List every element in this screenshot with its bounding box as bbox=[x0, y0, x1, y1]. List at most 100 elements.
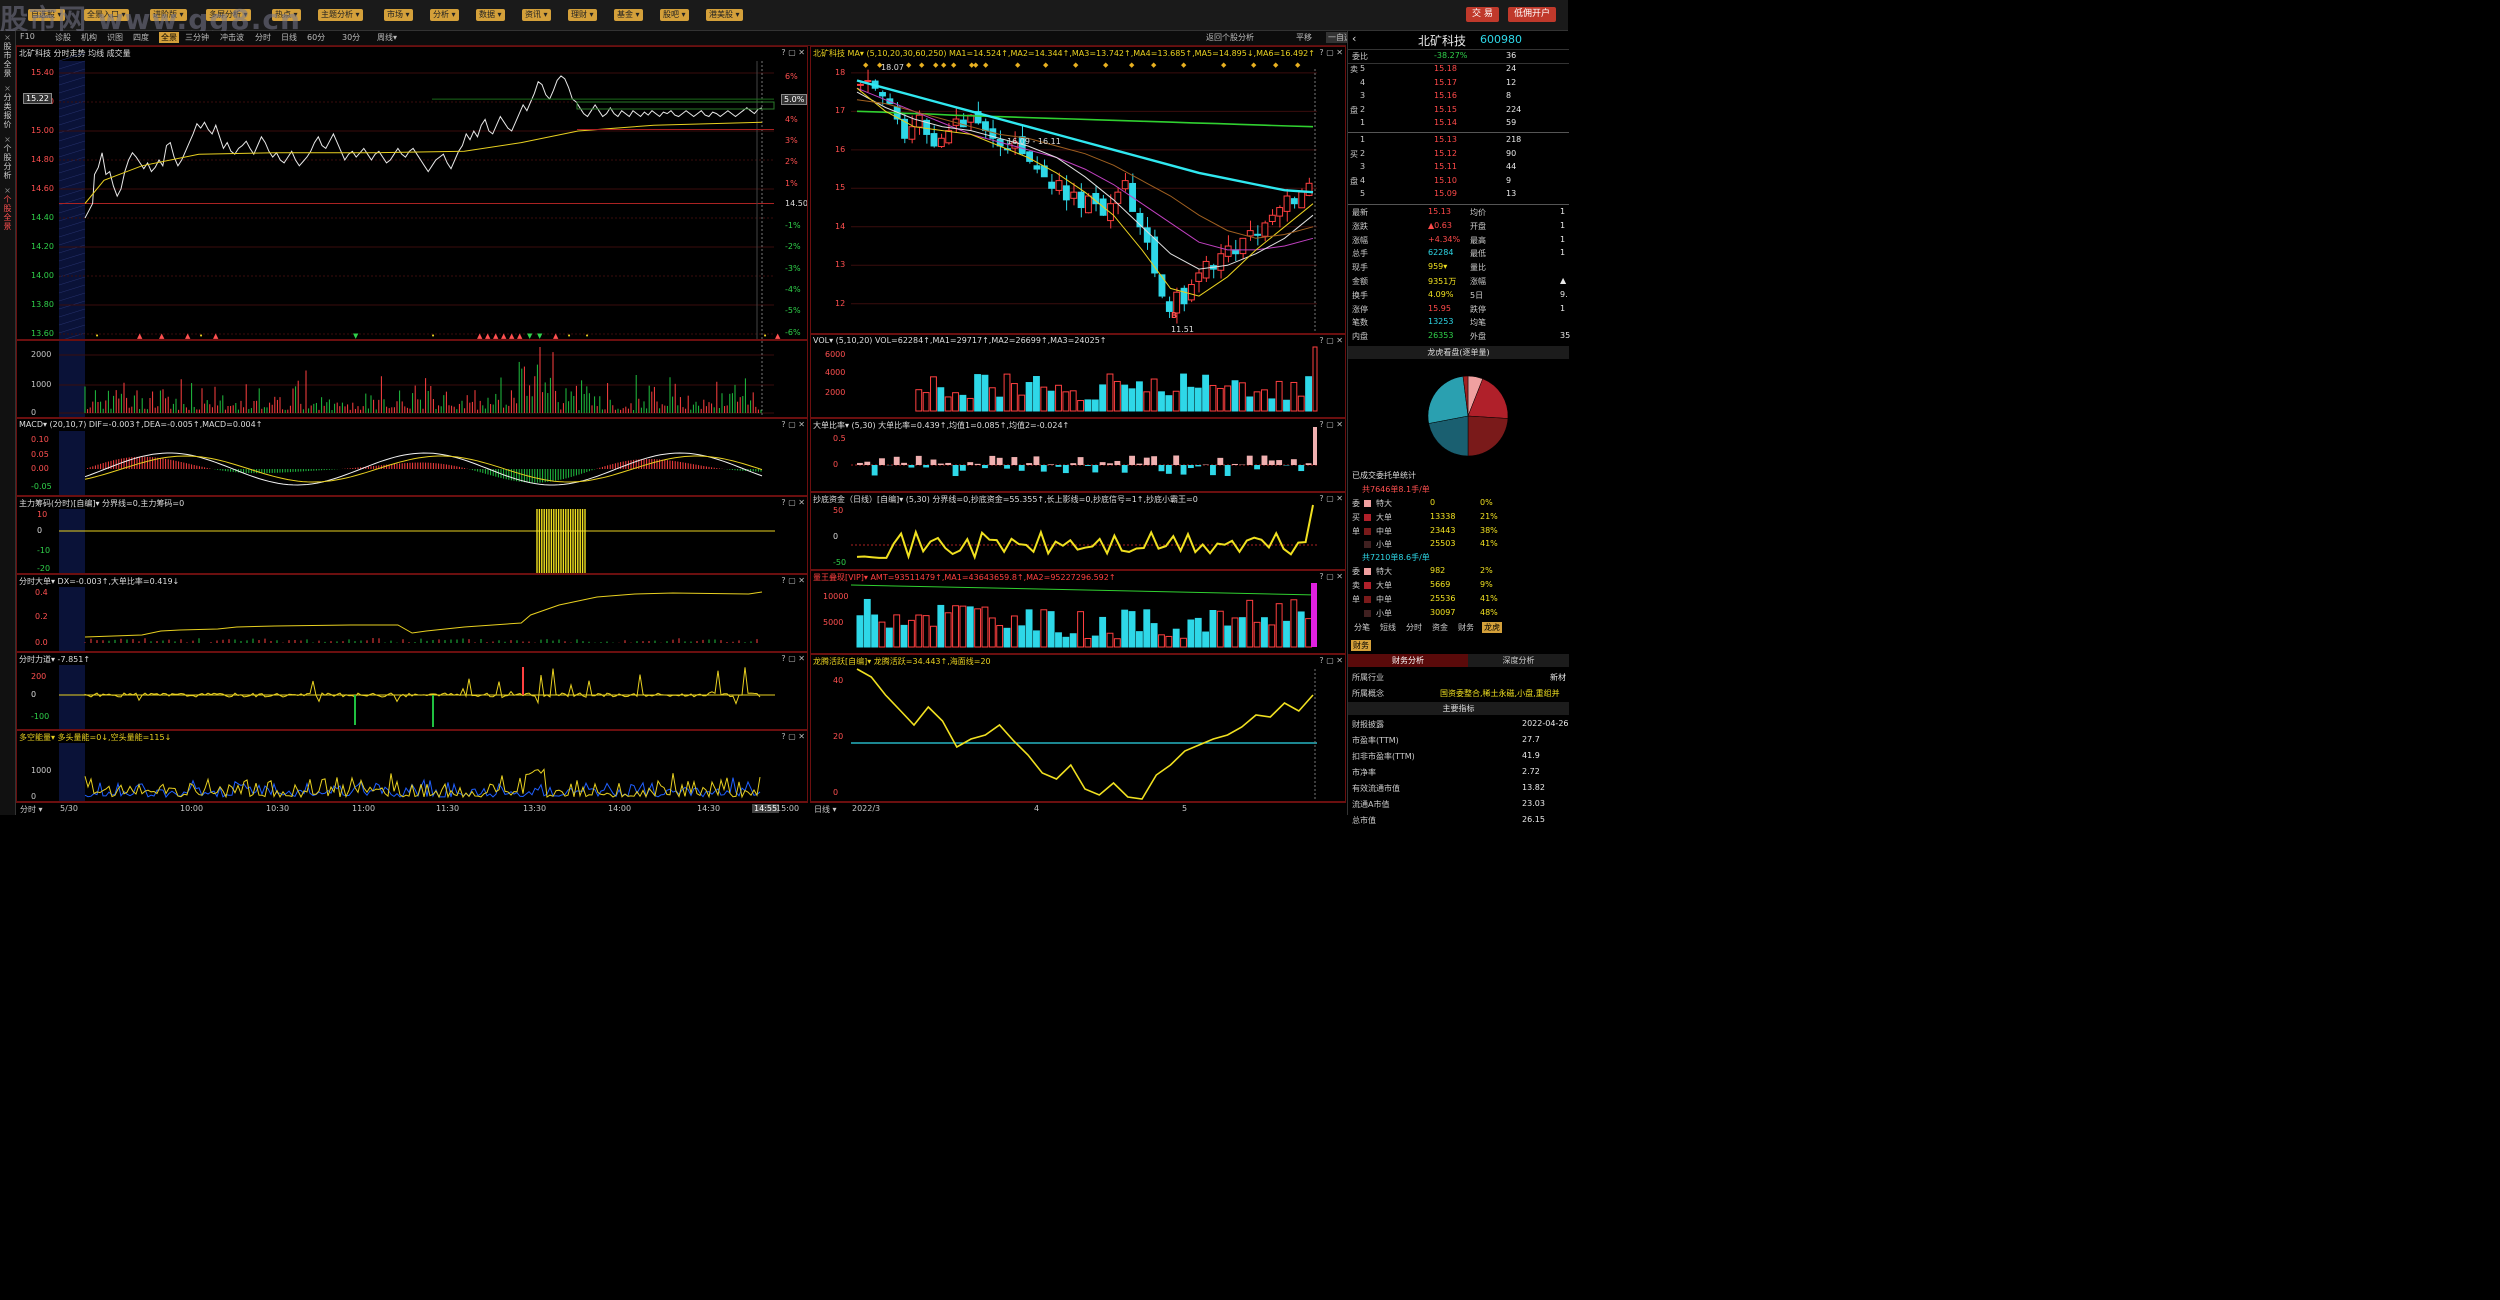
main-chip-panel: 主力筹码(分时)[自编]▾ 分界线=0,主力筹码=0? ▢ ✕ 10 0 -10 -20 bbox=[16, 496, 808, 574]
candle bbox=[1165, 301, 1173, 312]
function-tab-1[interactable]: 诊股 bbox=[55, 32, 71, 43]
signal-mark: ▲ bbox=[485, 332, 491, 340]
low-commission-open-button[interactable]: 低佣开户 bbox=[1508, 7, 1557, 22]
toolbar-button-9[interactable]: 资讯 ▾ bbox=[522, 9, 551, 21]
entrust-summary: 共7210单8.6手/单 bbox=[1362, 553, 1430, 563]
stock-code: 600980 bbox=[1480, 33, 1522, 46]
vol-axis-label: 6000 bbox=[825, 350, 846, 359]
candle bbox=[1077, 191, 1085, 209]
toolbar-button-10[interactable]: 理财 ▾ bbox=[568, 9, 597, 21]
candle bbox=[1298, 191, 1306, 209]
right-tab-5[interactable]: 龙虎 bbox=[1482, 622, 1502, 634]
trade-button[interactable]: 交 易 bbox=[1466, 7, 1499, 22]
kline-period-selector[interactable]: 日线 ▾ bbox=[814, 804, 837, 815]
date-axis-label: 5 bbox=[1182, 804, 1188, 813]
function-tab-9[interactable]: 日线 bbox=[281, 32, 297, 43]
signal-mark: ▲ bbox=[517, 332, 523, 340]
left-strip-close-icon[interactable]: × bbox=[2, 84, 13, 93]
candle bbox=[982, 121, 989, 132]
function-tab-10[interactable]: 60分 bbox=[307, 32, 325, 43]
left-strip-tab-1[interactable]: 分类报价 bbox=[2, 93, 13, 129]
toolbar-button-11[interactable]: 基金 ▾ bbox=[614, 9, 643, 21]
function-right-1[interactable]: 平移 bbox=[1296, 32, 1312, 43]
time-axis-label: 14:30 bbox=[697, 804, 721, 813]
finance-tab[interactable]: 财务 bbox=[1351, 640, 1371, 652]
finance-row: 流通A市值 23.03 bbox=[1352, 799, 1545, 810]
kline-bottom-fund-panel: 抄底资金（日线）[自编]▾ (5,30) 分界线=0,抄底资金=55.355↑,… bbox=[810, 492, 1346, 570]
function-tab-7[interactable]: 冲击波 bbox=[220, 32, 244, 43]
toolbar-button-6[interactable]: 市场 ▾ bbox=[384, 9, 413, 21]
macd-axis-label: 0.00 bbox=[31, 464, 49, 473]
function-tab-6[interactable]: 三分钟 bbox=[185, 32, 209, 43]
back-chevron-icon[interactable]: ‹ bbox=[1352, 32, 1356, 45]
date-axis-label: 2022/3 bbox=[852, 804, 881, 813]
deep-analysis-tab[interactable]: 深度分析 bbox=[1468, 654, 1569, 668]
signal-mark: ▲ bbox=[553, 332, 559, 340]
finance-analysis-tab[interactable]: 财务分析 bbox=[1348, 654, 1468, 668]
bottom-fund-axis-label: 0 bbox=[833, 532, 839, 541]
weibi-label: 委比 bbox=[1352, 52, 1368, 61]
left-strip-tab-0[interactable]: 股市全景 bbox=[2, 42, 13, 78]
function-tab-3[interactable]: 识图 bbox=[107, 32, 123, 43]
right-tab-1[interactable]: 短线 bbox=[1378, 622, 1398, 633]
left-strip-close-icon[interactable]: × bbox=[2, 186, 13, 195]
time-mode-selector[interactable]: 分时 ▾ bbox=[20, 804, 43, 815]
right-tab-4[interactable]: 财务 bbox=[1456, 622, 1476, 633]
left-strip-close-icon[interactable]: × bbox=[2, 135, 13, 144]
order-book-row: 1 15.13 218 bbox=[1360, 135, 1522, 144]
svg-text:◆: ◆ bbox=[973, 61, 979, 69]
pct-axis-label: -1% bbox=[785, 221, 801, 231]
concept-row: 所属概念 国资委整合,稀土永磁,小盘,重组并 bbox=[1352, 689, 1560, 699]
function-tab-8[interactable]: 分时 bbox=[255, 32, 271, 43]
svg-text:◆: ◆ bbox=[1273, 61, 1279, 69]
time-axis-label: 14:55 bbox=[752, 804, 780, 813]
base-price-label: 14.50 bbox=[785, 198, 808, 208]
weibi-value: -38.27% bbox=[1434, 51, 1468, 60]
industry-row: 所属行业 新材 bbox=[1352, 673, 1566, 683]
time-axis-label: 14:00 bbox=[608, 804, 632, 813]
function-tab-4[interactable]: 四度 bbox=[133, 32, 149, 43]
left-strip-close-icon[interactable]: × bbox=[2, 33, 13, 42]
signal-mark: • bbox=[567, 332, 571, 340]
toolbar-button-8[interactable]: 数据 ▾ bbox=[476, 9, 505, 21]
price-axis-label: 15.00 bbox=[31, 126, 54, 135]
kline-volume-king-panel: 量王叠现[VIP]▾ AMT=93511479↑,MA1=43643659.8↑… bbox=[810, 570, 1346, 654]
right-tab-0[interactable]: 分笔 bbox=[1352, 622, 1372, 633]
candle bbox=[879, 92, 886, 97]
candle bbox=[1062, 185, 1070, 201]
function-tab-2[interactable]: 机构 bbox=[81, 32, 97, 43]
energy-axis-label: 0 bbox=[31, 792, 37, 801]
svg-text:◆: ◆ bbox=[1015, 61, 1021, 69]
kline-area: 北矿科技 MA▾ (5,10,20,30,60,250) MA1=14.524↑… bbox=[810, 46, 1346, 816]
toolbar-button-7[interactable]: 分析 ▾ bbox=[430, 9, 459, 21]
function-right-0[interactable]: 返回个股分析 bbox=[1206, 32, 1254, 43]
svg-text:◆: ◆ bbox=[951, 61, 957, 69]
dragon-axis-label: 0 bbox=[833, 788, 839, 797]
signal-mark: ▼ bbox=[537, 332, 543, 340]
force-axis-label: 200 bbox=[31, 672, 47, 681]
right-tab-3[interactable]: 资金 bbox=[1430, 622, 1450, 633]
pct-axis-label: -3% bbox=[785, 263, 801, 273]
right-tab-2[interactable]: 分时 bbox=[1404, 622, 1424, 633]
big-order-axis-label: 0.0 bbox=[35, 638, 48, 647]
quote-row: 最新 15.13 均价 1 bbox=[1352, 207, 1566, 217]
left-strip-tab-3[interactable]: 个股全景 bbox=[2, 195, 13, 231]
kline-price-label: 13 bbox=[835, 260, 846, 270]
candle bbox=[1085, 195, 1092, 214]
pct-axis-label: -2% bbox=[785, 242, 801, 252]
toolbar-button-5[interactable]: 主题分析 ▾ bbox=[318, 9, 363, 21]
svg-text:◆: ◆ bbox=[1129, 61, 1135, 69]
toolbar-button-12[interactable]: 股吧 ▾ bbox=[660, 9, 689, 21]
chip-axis-label: -10 bbox=[37, 546, 51, 555]
signal-mark: ▲ bbox=[493, 332, 499, 340]
function-tab-11[interactable]: 30分 bbox=[342, 32, 360, 43]
toolbar-button-13[interactable]: 港美股 ▾ bbox=[706, 9, 743, 21]
svg-text:◆: ◆ bbox=[906, 61, 912, 69]
function-tab-0[interactable]: F10 bbox=[20, 32, 35, 41]
function-tab-12[interactable]: 周线▾ bbox=[377, 32, 397, 43]
force-axis-label: 0 bbox=[31, 690, 37, 699]
quote-row: 涨停 15.95 跌停 1 bbox=[1352, 303, 1566, 314]
function-tab-5[interactable]: 全景 bbox=[159, 32, 179, 43]
left-strip-tab-2[interactable]: 个股分析 bbox=[2, 144, 13, 180]
kline-dragon-panel: 龙腾活跃[自编]▾ 龙腾活跃=34.443↑,海面线=20? ▢ ✕ 40 20 0 bbox=[810, 654, 1346, 802]
